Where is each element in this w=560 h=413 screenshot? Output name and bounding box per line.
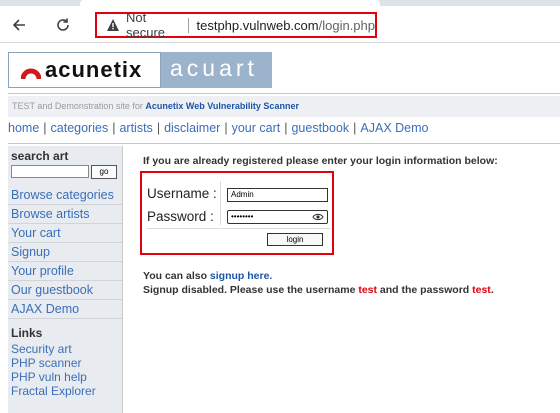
reload-icon (57, 18, 69, 31)
test-password: test (472, 284, 491, 296)
browser-toolbar: Not secure testphp.vulnweb.com/login.php (0, 6, 560, 43)
sidebar-menu: Browse categories Browse artists Your ca… (8, 186, 122, 319)
signup-disabled-note: Signup disabled. Please use the username… (143, 284, 494, 296)
sidebar-item-our-guestbook[interactable]: Our guestbook (8, 281, 122, 300)
arrow-left-icon (12, 19, 25, 31)
sidebar-item-signup[interactable]: Signup (8, 243, 122, 262)
sidebar-item-ajax-demo[interactable]: AJAX Demo (8, 300, 122, 319)
nav-ajax-demo[interactable]: AJAX Demo (360, 121, 428, 135)
password-value: •••••••• (231, 212, 254, 221)
acunetix-logo-icon (21, 68, 41, 80)
link-fractal-explorer[interactable]: Fractal Explorer (11, 384, 121, 398)
site-tagline: TEST and Demonstration site for Acunetix… (8, 96, 560, 117)
security-status[interactable]: Not secure (126, 10, 180, 40)
nav-separator: | (353, 121, 357, 135)
links-title: Links (11, 326, 43, 340)
username-field[interactable]: Admin (227, 188, 328, 202)
header-divider (8, 93, 560, 94)
sidebar-item-browse-categories[interactable]: Browse categories (8, 186, 122, 205)
nav-separator: | (284, 121, 288, 135)
acunetix-logo: acunetix (8, 52, 161, 88)
form-divider-vertical (220, 181, 221, 225)
tagline-text: TEST and Demonstration site for (12, 101, 146, 111)
address-divider (187, 17, 189, 33)
links-list: Security art PHP scanner PHP vuln help F… (11, 342, 121, 398)
link-php-vuln-help[interactable]: PHP vuln help (11, 370, 121, 384)
url-path: /login.php (318, 17, 375, 33)
password-field[interactable]: •••••••• (227, 210, 328, 224)
search-input[interactable] (11, 165, 89, 178)
nav-divider (8, 143, 560, 144)
tagline-link[interactable]: Acunetix Web Vulnerability Scanner (145, 101, 299, 111)
nav-home[interactable]: home (8, 121, 39, 135)
search-art-title: search art (11, 149, 69, 163)
nav-your-cart[interactable]: your cart (232, 121, 281, 135)
signup-prefix: You can also (143, 270, 210, 282)
nav-separator: | (156, 121, 161, 135)
site-logo-banner[interactable]: acunetix acuart (8, 52, 272, 88)
left-sidebar: search art go Browse categories Browse a… (8, 146, 123, 413)
login-instructions: If you are already registered please ent… (143, 155, 498, 167)
disabled-suffix: . (490, 284, 494, 296)
test-username: test (358, 284, 378, 296)
nav-disclaimer[interactable]: disclaimer (164, 121, 220, 135)
link-php-scanner[interactable]: PHP scanner (11, 356, 121, 370)
url-host: testphp.vulnweb.com (196, 17, 319, 33)
reload-button[interactable] (52, 14, 74, 36)
address-bar[interactable]: Not secure testphp.vulnweb.com/login.php (95, 10, 377, 40)
sidebar-item-your-profile[interactable]: Your profile (8, 262, 122, 281)
eye-icon[interactable] (312, 212, 324, 222)
back-button[interactable] (8, 14, 30, 36)
nav-separator: | (112, 121, 116, 135)
warning-icon[interactable] (106, 18, 120, 32)
link-security-art[interactable]: Security art (11, 342, 121, 356)
search-go-button[interactable]: go (91, 165, 117, 179)
nav-categories[interactable]: categories (51, 121, 109, 135)
top-navigation: home | categories | artists | disclaimer | your … (8, 121, 560, 141)
nav-separator: | (224, 121, 228, 135)
signup-link[interactable]: signup here. (210, 270, 272, 282)
login-form: Username : Password : Admin •••••••• log… (140, 171, 334, 255)
nav-artists[interactable]: artists (119, 121, 152, 135)
nav-guestbook[interactable]: guestbook (291, 121, 349, 135)
password-label: Password : (147, 209, 214, 224)
disabled-middle: and the password (377, 284, 473, 296)
sidebar-item-your-cart[interactable]: Your cart (8, 224, 122, 243)
logo-wordmark: acunetix (45, 57, 143, 82)
login-button[interactable]: login (267, 233, 323, 246)
form-divider-horizontal (146, 228, 330, 229)
acuart-wordmark: acuart (170, 55, 258, 81)
disabled-prefix: Signup disabled. Please use the username (143, 284, 359, 296)
username-label: Username : (147, 186, 217, 201)
signup-prompt: You can also signup here. (143, 270, 272, 282)
sidebar-item-browse-artists[interactable]: Browse artists (8, 205, 122, 224)
nav-separator: | (43, 121, 47, 135)
